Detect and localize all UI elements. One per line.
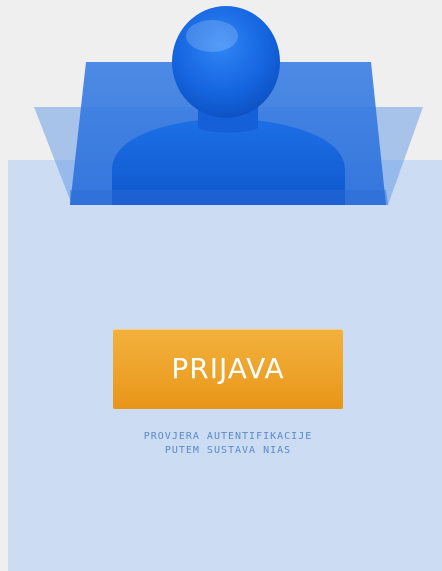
caption-line-1: PROVJERA AUTENTIFIKACIJE bbox=[143, 431, 313, 442]
login-button[interactable]: PRIJAVA bbox=[113, 329, 343, 409]
user-avatar-icon bbox=[34, 6, 423, 205]
caption-line-2: PUTEM SUSTAVA NIAS bbox=[164, 445, 292, 456]
login-page: PRIJAVA PROVJERA AUTENTIFIKACIJE PUTEM S… bbox=[0, 0, 442, 571]
login-caption: PROVJERA AUTENTIFIKACIJE PUTEM SUSTAVA N… bbox=[60, 430, 396, 458]
